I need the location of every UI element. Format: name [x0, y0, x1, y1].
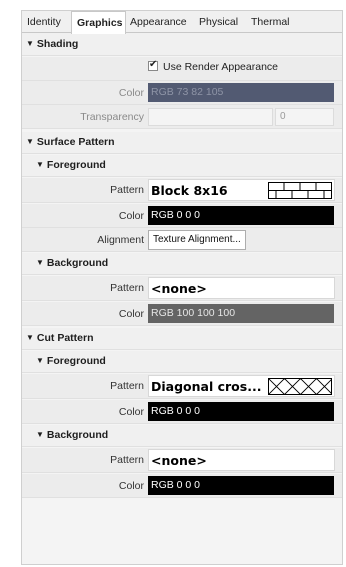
cut-pattern-section-header[interactable]: ▼ Cut Pattern	[22, 328, 342, 350]
tab-thermal[interactable]: Thermal	[251, 13, 290, 33]
cut-foreground-color-label: Color	[118, 406, 144, 418]
cut-background-pattern-selector[interactable]: <none>	[148, 449, 335, 471]
cut-foreground-pattern-label: Pattern	[110, 380, 144, 392]
cut-foreground-header[interactable]: ▼ Foreground	[22, 351, 342, 373]
surface-foreground-pattern-label: Pattern	[110, 184, 144, 196]
surface-pattern-section-header[interactable]: ▼ Surface Pattern	[22, 132, 342, 154]
transparency-label: Transparency	[80, 111, 144, 123]
diagonal-crosshatch-pattern-icon	[268, 378, 332, 395]
checkbox-checked-icon	[148, 59, 158, 71]
surface-foreground-color-label: Color	[118, 210, 144, 222]
cut-background-pattern-name: <none>	[151, 453, 207, 468]
expand-triangle-icon: ▼	[26, 137, 34, 146]
shading-section-header[interactable]: ▼ Shading	[22, 34, 342, 56]
surface-background-pattern-row: Pattern <none>	[22, 276, 342, 301]
expand-triangle-icon: ▼	[36, 356, 44, 365]
surface-foreground-pattern-row: Pattern Block 8x16	[22, 178, 342, 203]
tab-bar: Identity Graphics Appearance Physical Th…	[22, 11, 342, 34]
cut-foreground-title: Foreground	[46, 355, 106, 367]
surface-background-pattern-selector[interactable]: <none>	[148, 277, 335, 299]
shading-color-swatch[interactable]: RGB 73 82 105	[148, 83, 334, 102]
tab-appearance[interactable]: Appearance	[130, 13, 187, 33]
surface-background-header[interactable]: ▼ Background	[22, 253, 342, 275]
expand-triangle-icon: ▼	[26, 333, 34, 342]
transparency-row: Transparency 0	[22, 105, 342, 129]
transparency-input[interactable]: 0	[275, 108, 334, 126]
surface-background-pattern-name: <none>	[151, 281, 207, 296]
expand-triangle-icon: ▼	[36, 160, 44, 169]
expand-triangle-icon: ▼	[26, 39, 34, 48]
transparency-slider[interactable]	[148, 108, 273, 126]
brick-block-pattern-icon	[268, 182, 332, 199]
surface-foreground-color-swatch[interactable]: RGB 0 0 0	[148, 206, 334, 225]
cut-foreground-color-swatch[interactable]: RGB 0 0 0	[148, 402, 334, 421]
surface-pattern-title: Surface Pattern	[36, 136, 115, 148]
cut-background-color-label: Color	[118, 480, 144, 492]
cut-background-pattern-label: Pattern	[110, 454, 144, 466]
cut-pattern-title: Cut Pattern	[36, 332, 94, 344]
cut-background-pattern-row: Pattern <none>	[22, 448, 342, 473]
surface-foreground-pattern-selector[interactable]: Block 8x16	[148, 179, 335, 201]
use-render-appearance-row: Use Render Appearance	[22, 57, 342, 81]
use-render-appearance-checkbox[interactable]: Use Render Appearance	[148, 59, 278, 73]
cut-background-header[interactable]: ▼ Background	[22, 425, 342, 447]
alignment-row: Alignment Texture Alignment...	[22, 228, 342, 252]
graphics-properties-panel: Identity Graphics Appearance Physical Th…	[21, 10, 343, 565]
surface-background-color-row: Color RGB 100 100 100	[22, 302, 342, 326]
tab-physical[interactable]: Physical	[199, 13, 238, 33]
expand-triangle-icon: ▼	[36, 430, 44, 439]
cut-foreground-color-row: Color RGB 0 0 0	[22, 400, 342, 424]
surface-foreground-pattern-name: Block 8x16	[151, 183, 228, 198]
surface-background-pattern-label: Pattern	[110, 282, 144, 294]
cut-foreground-pattern-name: Diagonal cros...	[151, 379, 262, 394]
cut-foreground-pattern-row: Pattern Diagonal cros...	[22, 374, 342, 399]
shading-color-row: Color RGB 73 82 105	[22, 81, 342, 105]
surface-foreground-title: Foreground	[46, 159, 106, 171]
tab-identity[interactable]: Identity	[27, 13, 61, 33]
cut-background-title: Background	[46, 429, 109, 441]
cut-background-color-swatch[interactable]: RGB 0 0 0	[148, 476, 334, 495]
texture-alignment-button[interactable]: Texture Alignment...	[148, 230, 246, 250]
properties-content: ▼Shading Use Render Appearance Color RGB…	[22, 34, 342, 564]
surface-foreground-color-row: Color RGB 0 0 0	[22, 204, 342, 228]
alignment-label: Alignment	[97, 234, 144, 246]
surface-background-title: Background	[46, 257, 109, 269]
surface-background-color-label: Color	[118, 308, 144, 320]
surface-foreground-header[interactable]: ▼ Foreground	[22, 155, 342, 177]
surface-background-color-swatch[interactable]: RGB 100 100 100	[148, 304, 334, 323]
expand-triangle-icon: ▼	[36, 258, 44, 267]
cut-background-color-row: Color RGB 0 0 0	[22, 474, 342, 498]
tab-graphics[interactable]: Graphics	[71, 11, 126, 34]
use-render-appearance-label: Use Render Appearance	[163, 61, 278, 73]
cut-foreground-pattern-selector[interactable]: Diagonal cros...	[148, 375, 335, 397]
shading-color-label: Color	[118, 87, 144, 99]
shading-title: Shading	[36, 38, 79, 50]
